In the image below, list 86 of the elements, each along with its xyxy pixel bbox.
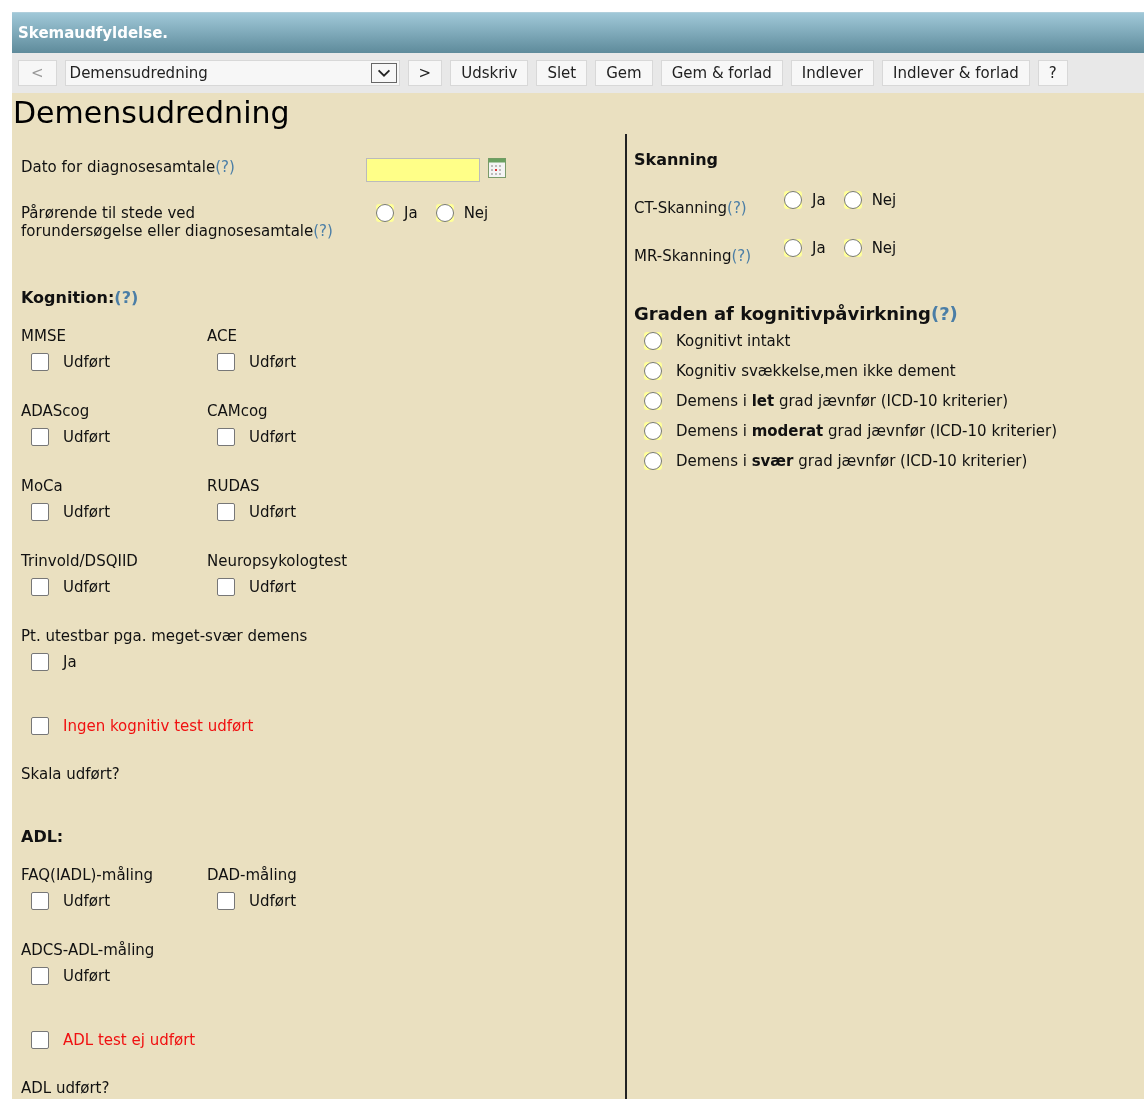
checkbox[interactable] — [217, 578, 235, 596]
toolbar-button[interactable]: Udskriv — [450, 60, 529, 86]
radio-button[interactable] — [644, 452, 662, 470]
option-label: Nej — [463, 204, 489, 222]
option-label: Udført — [63, 892, 110, 910]
warning-label: Ingen kognitiv test udført — [63, 717, 254, 735]
field-label: CT-Skanning — [634, 199, 728, 217]
checkbox[interactable] — [217, 353, 235, 371]
field-label: CAMcog — [207, 402, 269, 420]
checkbox[interactable] — [31, 578, 49, 596]
radio-button[interactable] — [376, 204, 394, 222]
checkbox[interactable] — [31, 717, 49, 735]
field-label: Pt. utestbar pga. meget-svær demens — [21, 627, 308, 645]
radio-button[interactable] — [435, 204, 454, 222]
section-heading: Graden af kognitivpåvirkning — [634, 303, 931, 324]
checkbox[interactable] — [31, 503, 49, 521]
field-label: DAD-måling — [207, 866, 298, 884]
option-label: Demens i svær grad jævnfør (ICD-10 kriterier) — [676, 452, 1028, 470]
option-label: Udført — [63, 967, 110, 985]
toolbar-button[interactable]: ? — [1037, 60, 1068, 86]
checkbox[interactable] — [31, 353, 49, 371]
window-title: Skemaudfyldelse. — [18, 24, 168, 42]
field-label: ADAScog — [21, 402, 91, 420]
field-label: Skala udført? — [21, 765, 121, 783]
section-heading: Kognition: — [21, 288, 115, 307]
calendar-icon[interactable] — [488, 158, 506, 178]
field-label: Dato for diagnosesamtale — [21, 158, 216, 176]
field-label: FAQ(IADL)-måling — [21, 866, 154, 884]
option-label: Udført — [249, 892, 296, 910]
option-label: Demens i moderat grad jævnfør (ICD-10 kriterier) — [676, 422, 1058, 440]
checkbox[interactable] — [31, 1031, 49, 1049]
checkbox[interactable] — [31, 653, 49, 671]
radio-button[interactable] — [784, 239, 802, 257]
option-label: Ja — [404, 204, 418, 222]
option-label: Kognitiv svækkelse,men ikke dement — [676, 362, 956, 380]
checkbox[interactable] — [217, 892, 235, 910]
field-label: Trinvold/DSQIID — [21, 552, 139, 570]
option-label: Udført — [249, 353, 296, 371]
field-label: ACE — [207, 327, 238, 345]
option-label: Udført — [63, 503, 110, 521]
option-label: Udført — [63, 578, 110, 596]
radio-button[interactable] — [843, 191, 862, 209]
option-label: Ja — [812, 239, 826, 257]
option-label: Udført — [249, 503, 296, 521]
field-label: MR-Skanning — [634, 247, 732, 265]
option-label: Udført — [249, 578, 296, 596]
option-label: Udført — [249, 428, 296, 446]
radio-button[interactable] — [843, 239, 862, 257]
radio-button[interactable] — [784, 191, 802, 209]
section-heading: Skanning — [634, 150, 720, 169]
option-label: Ja — [812, 191, 826, 209]
dropdown-icon[interactable] — [370, 63, 397, 83]
option-label: Nej — [871, 191, 897, 209]
toolbar-button[interactable]: Gem — [595, 60, 653, 86]
field-label: ADL udført? — [21, 1079, 111, 1097]
radio-button[interactable] — [644, 422, 662, 440]
date-field[interactable] — [366, 158, 480, 182]
field-label: Pårørende til stede ved forundersøgelse eller diagnosesamtale — [21, 204, 314, 240]
option-label: Demens i let grad jævnfør (ICD-10 kriterier) — [676, 392, 1009, 410]
field-label: Neuropsykologtest — [207, 552, 349, 570]
field-label: ADCS-ADL-måling — [21, 941, 156, 959]
radio-button[interactable] — [644, 392, 662, 410]
section-heading: ADL: — [21, 827, 64, 846]
field-label: MoCa — [21, 477, 64, 495]
checkbox[interactable] — [31, 967, 49, 985]
field-label: MMSE — [21, 327, 67, 345]
option-label: Udført — [63, 428, 110, 446]
field-label: RUDAS — [207, 477, 261, 495]
warning-label: ADL test ej udført — [63, 1031, 196, 1049]
toolbar-button[interactable]: Indlever & forlad — [882, 60, 1030, 86]
checkbox[interactable] — [31, 428, 49, 446]
radio-button[interactable] — [644, 332, 662, 350]
form-select[interactable]: Demensudredning — [64, 60, 400, 86]
checkbox[interactable] — [31, 892, 49, 910]
checkbox[interactable] — [217, 503, 235, 521]
toolbar-button[interactable]: Gem & forlad — [660, 60, 783, 86]
option-label: Udført — [63, 353, 110, 371]
form-title: Demensudredning — [13, 95, 290, 130]
next-button[interactable]: > — [407, 60, 443, 86]
toolbar-button[interactable]: Slet — [536, 60, 588, 86]
option-label: Kognitivt intakt — [676, 332, 791, 350]
radio-button[interactable] — [644, 362, 662, 380]
toolbar-button[interactable]: Indlever — [790, 60, 874, 86]
option-label: Ja — [63, 653, 77, 671]
option-label: Nej — [871, 239, 897, 257]
checkbox[interactable] — [217, 428, 235, 446]
